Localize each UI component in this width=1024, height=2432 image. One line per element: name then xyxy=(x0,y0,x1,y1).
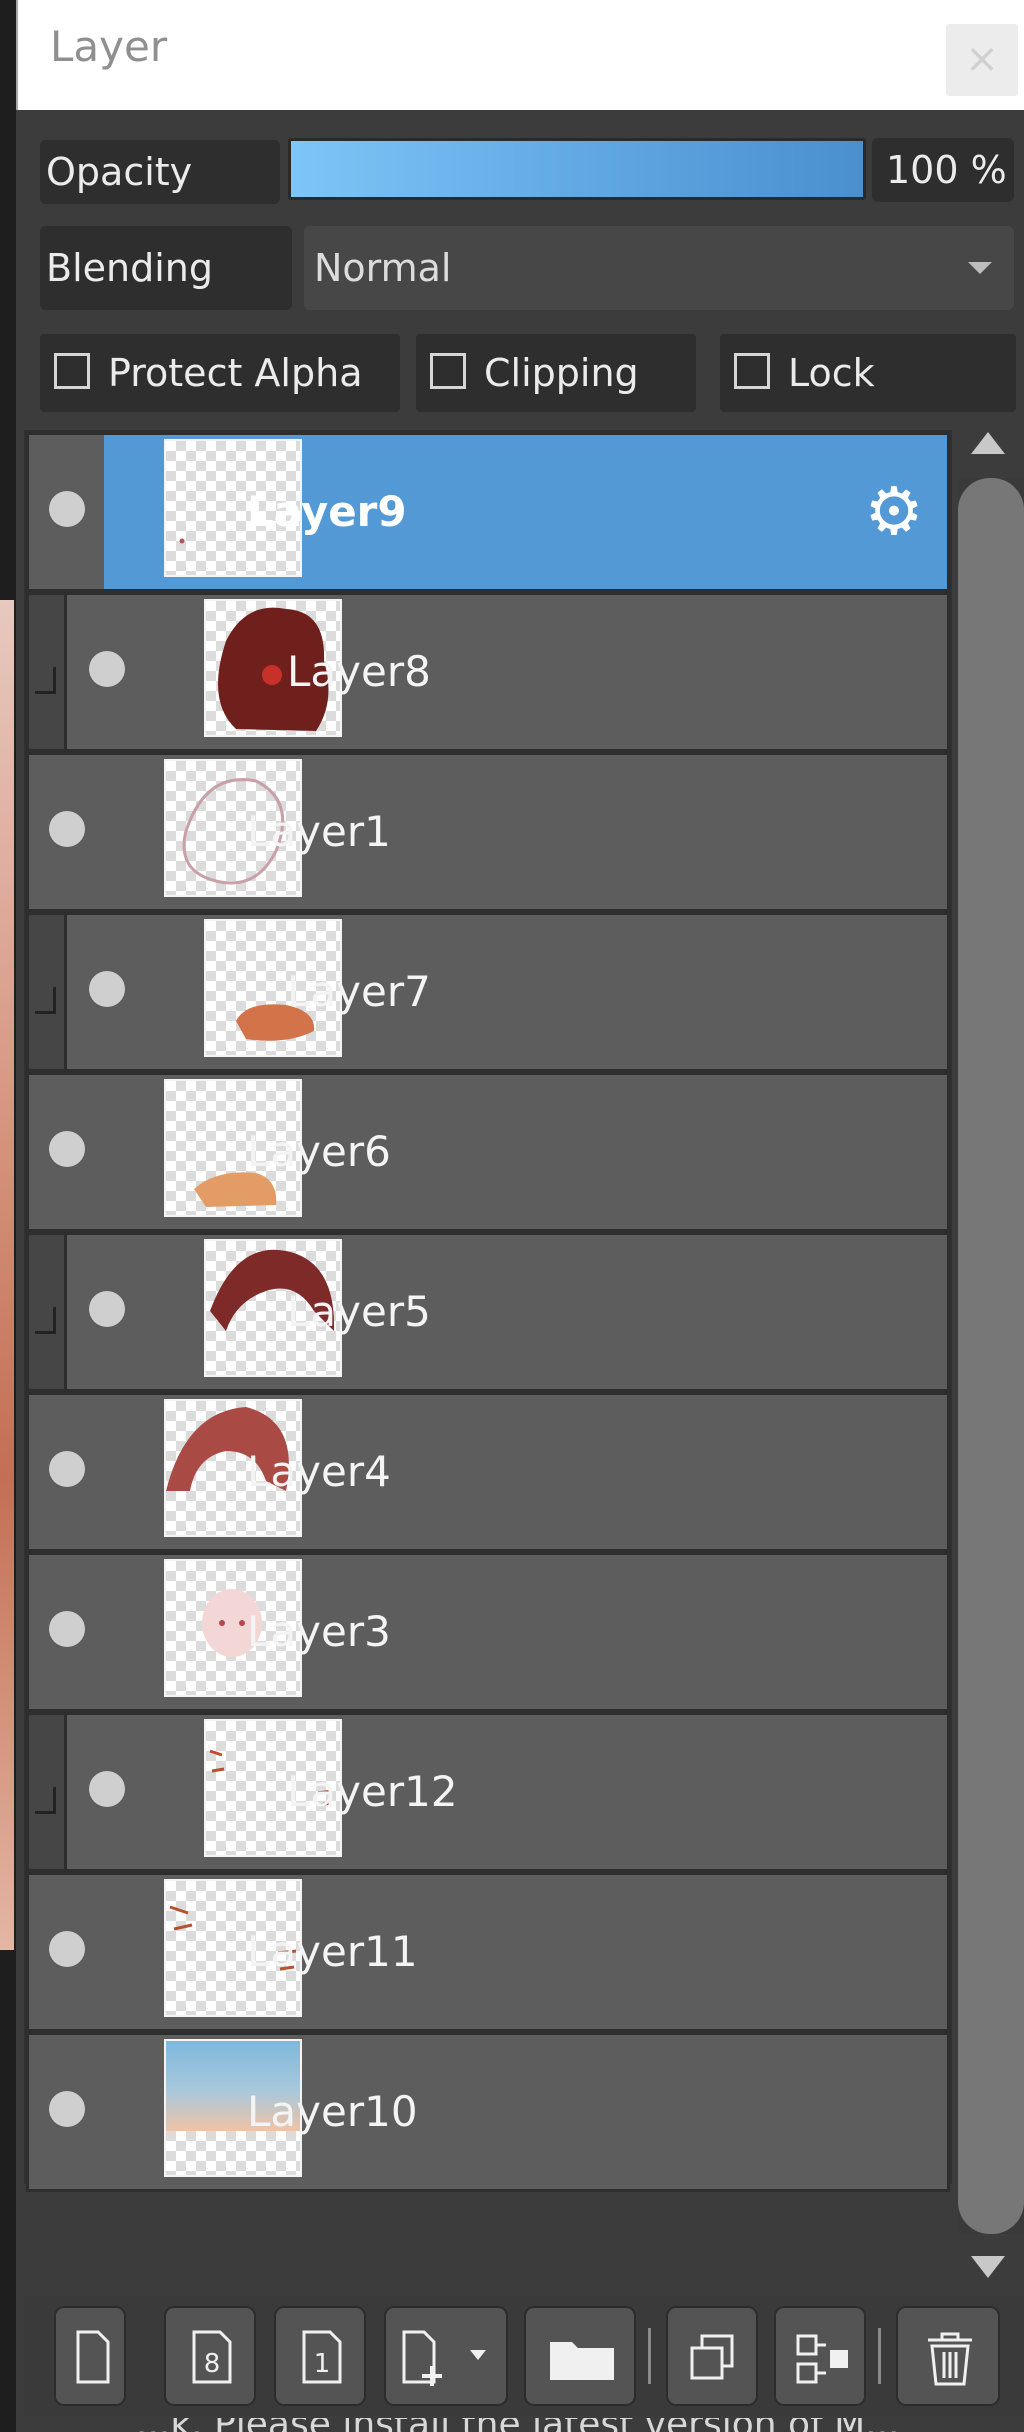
layer-row-layer3[interactable]: Layer3 xyxy=(26,1552,950,1712)
toolbar-separator xyxy=(878,2328,881,2384)
close-button[interactable]: × xyxy=(946,24,1018,96)
duplicate-layer-button[interactable] xyxy=(666,2306,758,2406)
layer-toolbar: 8 1 xyxy=(24,2296,1024,2416)
checkbox-box[interactable] xyxy=(734,353,770,389)
visibility-toggle[interactable] xyxy=(89,1771,125,1807)
clipping-indicator xyxy=(29,595,67,749)
new-8bit-layer-button[interactable]: 8 xyxy=(164,2306,256,2406)
layer-row-layer5[interactable]: Layer5 xyxy=(26,1232,950,1392)
clipping-label: Clipping xyxy=(484,351,639,395)
page-plus-dropdown-icon xyxy=(402,2330,486,2386)
visibility-toggle[interactable] xyxy=(49,1131,85,1167)
layer-row-layer6[interactable]: Layer6 xyxy=(26,1072,950,1232)
layer-row-layer10[interactable]: Layer10 xyxy=(26,2032,950,2192)
delete-layer-button[interactable] xyxy=(896,2306,1000,2406)
layer-row-layer1[interactable]: Layer1 xyxy=(26,752,950,912)
opacity-label: Opacity xyxy=(40,140,280,204)
merge-down-icon xyxy=(796,2334,848,2384)
protect-alpha-checkbox[interactable]: Protect Alpha xyxy=(40,334,400,412)
layer-row-layer8[interactable]: Layer8 xyxy=(26,592,950,752)
page-8-icon: 8 xyxy=(192,2330,232,2384)
new-1bit-layer-button[interactable]: 1 xyxy=(274,2306,366,2406)
trash-icon xyxy=(928,2332,972,2386)
checkbox-box[interactable] xyxy=(430,353,466,389)
visibility-toggle[interactable] xyxy=(49,1611,85,1647)
layer-row-layer12[interactable]: Layer12 xyxy=(26,1712,950,1872)
layer-name: Layer3 xyxy=(247,1607,391,1656)
new-folder-button[interactable] xyxy=(524,2306,636,2406)
visibility-toggle[interactable] xyxy=(89,1291,125,1327)
folder-icon xyxy=(550,2342,614,2380)
lock-checkbox[interactable]: Lock xyxy=(720,334,1016,412)
layer-list: Layer9 ⚙ Layer8 Layer1 Layer7 Layer6 Lay… xyxy=(24,430,952,2192)
clip-arrow-icon xyxy=(35,1787,56,1814)
layer-panel: Layer × Opacity 100 % Blending Normal Pr… xyxy=(16,0,1024,2432)
layer-row-layer11[interactable]: Layer11 xyxy=(26,1872,950,2032)
layer-name: Layer8 xyxy=(287,647,431,696)
status-footer-text: ...k. Please install the latest version … xyxy=(136,2418,900,2432)
layer-name: Layer11 xyxy=(247,1927,418,1976)
clipping-checkbox[interactable]: Clipping xyxy=(416,334,696,412)
visibility-toggle[interactable] xyxy=(49,2091,85,2127)
blending-label: Blending xyxy=(40,226,292,310)
blending-mode-select[interactable]: Normal xyxy=(304,226,1014,310)
lock-label: Lock xyxy=(788,351,875,395)
blending-mode-value: Normal xyxy=(314,246,452,290)
protect-alpha-label: Protect Alpha xyxy=(108,351,363,395)
add-layer-menu-button[interactable] xyxy=(384,2306,508,2406)
layer-row-layer4[interactable]: Layer4 xyxy=(26,1392,950,1552)
gear-icon[interactable]: ⚙ xyxy=(859,477,929,547)
scroll-up-arrow-icon[interactable] xyxy=(971,432,1005,454)
clip-arrow-icon xyxy=(35,1307,56,1334)
page-1-icon: 1 xyxy=(302,2330,342,2384)
panel-titlebar[interactable]: Layer × xyxy=(16,0,1024,110)
toolbar-separator xyxy=(648,2328,651,2384)
clip-arrow-icon xyxy=(35,667,56,694)
scrollbar-thumb[interactable] xyxy=(958,478,1024,2234)
visibility-toggle[interactable] xyxy=(89,651,125,687)
layer-name: Layer4 xyxy=(247,1447,391,1496)
opacity-slider[interactable] xyxy=(288,138,866,200)
page-8-glyph: 8 xyxy=(204,2349,221,2379)
layer-name: Layer5 xyxy=(287,1287,431,1336)
visibility-toggle[interactable] xyxy=(89,971,125,1007)
canvas-edge xyxy=(0,0,16,2432)
visibility-toggle[interactable] xyxy=(49,1931,85,1967)
visibility-toggle[interactable] xyxy=(49,1451,85,1487)
new-layer-button[interactable] xyxy=(54,2306,126,2406)
layer-name: Layer9 xyxy=(247,487,407,536)
layer-name: Layer6 xyxy=(247,1127,391,1176)
clipping-indicator xyxy=(29,915,67,1069)
scroll-down-arrow-icon[interactable] xyxy=(971,2256,1005,2278)
layer-row-layer9[interactable]: Layer9 ⚙ xyxy=(26,432,950,592)
new-page-icon xyxy=(76,2330,110,2384)
chevron-down-icon xyxy=(968,262,992,274)
merge-layer-button[interactable] xyxy=(774,2306,866,2406)
layer-name: Layer12 xyxy=(287,1767,458,1816)
panel-title: Layer xyxy=(50,22,168,71)
layer-name: Layer10 xyxy=(247,2087,418,2136)
layer-row-layer7[interactable]: Layer7 xyxy=(26,912,950,1072)
checkbox-box[interactable] xyxy=(54,353,90,389)
clipping-indicator xyxy=(29,1715,67,1869)
page-1-glyph: 1 xyxy=(314,2349,331,2379)
visibility-toggle[interactable] xyxy=(49,811,85,847)
opacity-value: 100 % xyxy=(872,138,1014,202)
duplicate-icon xyxy=(690,2334,734,2380)
canvas-artwork-edge xyxy=(0,600,14,1950)
visibility-toggle[interactable] xyxy=(49,491,85,527)
clip-arrow-icon xyxy=(35,987,56,1014)
layer-name: Layer7 xyxy=(287,967,431,1016)
clipping-indicator xyxy=(29,1235,67,1389)
layer-name: Layer1 xyxy=(247,807,391,856)
